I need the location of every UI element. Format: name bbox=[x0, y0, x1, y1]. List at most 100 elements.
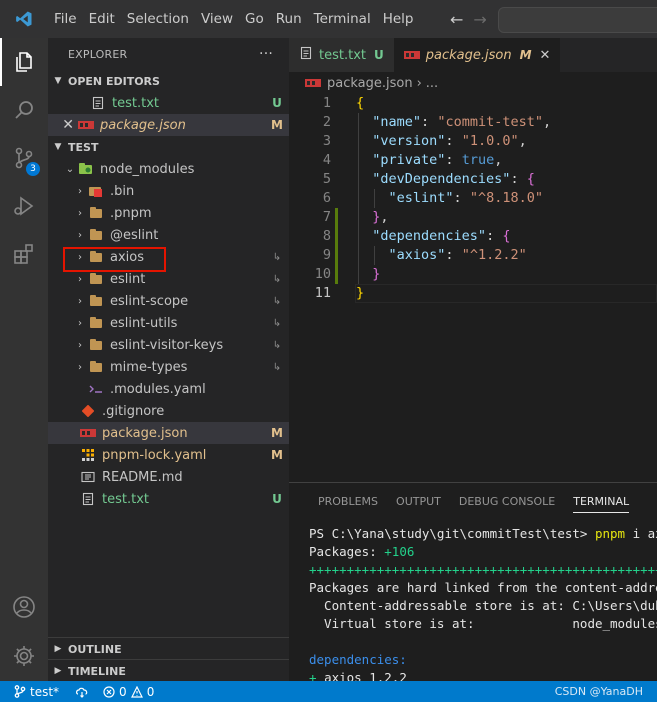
manage-activity-button[interactable] bbox=[0, 632, 48, 680]
command-center-input[interactable] bbox=[498, 7, 657, 33]
folder-icon bbox=[88, 205, 104, 221]
more-actions-icon[interactable]: ··· bbox=[259, 46, 273, 62]
code-line[interactable]: 8 "dependencies": { bbox=[289, 227, 657, 246]
tree-item-eslint-utils[interactable]: › eslint-utils ↳ bbox=[48, 312, 289, 334]
open-editor-item[interactable]: test.txt U bbox=[48, 92, 289, 114]
code-line[interactable]: 5 "devDependencies": { bbox=[289, 170, 657, 189]
outline-header[interactable]: ▶ OUTLINE bbox=[48, 637, 289, 660]
close-icon[interactable]: ✕ bbox=[48, 117, 74, 133]
back-arrow-icon[interactable]: ← bbox=[450, 10, 463, 29]
text-file-icon bbox=[299, 46, 313, 64]
git-status-untracked: U bbox=[272, 96, 282, 110]
menu-selection[interactable]: Selection bbox=[121, 0, 195, 38]
tree-item-gitignore[interactable]: .gitignore bbox=[48, 400, 289, 422]
folder-icon bbox=[88, 227, 104, 243]
code-line[interactable]: 11} bbox=[289, 284, 657, 303]
menu-terminal[interactable]: Terminal bbox=[308, 0, 377, 38]
tab-status: M bbox=[519, 48, 532, 62]
breadcrumb-rest[interactable]: ... bbox=[426, 76, 438, 91]
extensions-activity-button[interactable] bbox=[0, 230, 48, 278]
tab-terminal[interactable]: TERMINAL bbox=[564, 483, 638, 521]
chevron-down-icon: ▼ bbox=[54, 142, 62, 152]
chevron-right-icon: › bbox=[78, 339, 82, 351]
open-editor-item-active[interactable]: ✕ package.json M bbox=[48, 114, 289, 136]
code-line[interactable]: 2 "name": "commit-test", bbox=[289, 113, 657, 132]
sync-button[interactable] bbox=[75, 686, 89, 698]
chevron-right-icon: › bbox=[78, 185, 82, 197]
tree-item-test-txt[interactable]: test.txt U bbox=[48, 488, 289, 510]
forward-arrow-icon[interactable]: → bbox=[473, 10, 486, 29]
text-file-icon bbox=[80, 491, 96, 507]
tree-item-package-json[interactable]: package.json M bbox=[48, 422, 289, 444]
tree-item-label: .pnpm bbox=[110, 205, 152, 221]
tree-item-label: mime-types bbox=[110, 359, 188, 375]
tab-debug-console[interactable]: DEBUG CONSOLE bbox=[450, 483, 564, 521]
open-editor-label: package.json bbox=[100, 117, 186, 133]
npm-file-icon bbox=[403, 48, 420, 63]
tree-item-label: package.json bbox=[102, 425, 188, 441]
tab-output[interactable]: OUTPUT bbox=[387, 483, 450, 521]
status-bar: test* 0 0 CSDN @YanaDH bbox=[0, 681, 657, 702]
tab-package-json[interactable]: package.json M ✕ bbox=[393, 38, 561, 72]
tree-item-eslint-visitor-keys[interactable]: › eslint-visitor-keys ↳ bbox=[48, 334, 289, 356]
folder-icon bbox=[88, 315, 104, 331]
folder-icon bbox=[88, 359, 104, 375]
tree-item-eslint-scope[interactable]: › eslint-scope ↳ bbox=[48, 290, 289, 312]
run-debug-activity-button[interactable] bbox=[0, 182, 48, 230]
code-line[interactable]: 6 "eslint": "^8.18.0" bbox=[289, 189, 657, 208]
source-control-activity-button[interactable]: 3 bbox=[0, 134, 48, 182]
code-text: } bbox=[356, 284, 364, 303]
tree-item-modules-yaml[interactable]: .modules.yaml bbox=[48, 378, 289, 400]
project-header[interactable]: ▼ TEST bbox=[48, 136, 289, 158]
menu-run[interactable]: Run bbox=[270, 0, 308, 38]
close-icon[interactable]: ✕ bbox=[540, 48, 551, 63]
tree-item-mime-types[interactable]: › mime-types ↳ bbox=[48, 356, 289, 378]
menu-file[interactable]: File bbox=[48, 0, 83, 38]
code-text: }, bbox=[356, 208, 388, 227]
menu-go[interactable]: Go bbox=[239, 0, 270, 38]
tree-item-bin[interactable]: › .bin bbox=[48, 180, 289, 202]
tab-problems[interactable]: PROBLEMS bbox=[309, 483, 387, 521]
terminal-output[interactable]: PS C:\Yana\study\git\commitTest\test> pn… bbox=[309, 525, 657, 687]
code-line[interactable]: 7 }, bbox=[289, 208, 657, 227]
code-token: "commit-test" bbox=[437, 114, 543, 130]
code-line[interactable]: 1{ bbox=[289, 94, 657, 113]
accounts-activity-button[interactable] bbox=[0, 583, 48, 631]
terminal-token: dependencies: bbox=[309, 652, 407, 667]
terminal-token: Content-addressable store is at: C:\User… bbox=[309, 598, 657, 613]
tree-item-pnpm[interactable]: › .pnpm bbox=[48, 202, 289, 224]
tab-test-txt[interactable]: test.txt U bbox=[289, 38, 394, 72]
search-activity-button[interactable] bbox=[0, 86, 48, 134]
problems-indicator[interactable]: 0 0 bbox=[103, 685, 154, 699]
menu-view[interactable]: View bbox=[195, 0, 239, 38]
open-editors-header[interactable]: ▼ OPEN EDITORS bbox=[48, 70, 289, 92]
explorer-title: EXPLORER bbox=[68, 47, 128, 61]
menu-edit[interactable]: Edit bbox=[83, 0, 121, 38]
explorer-activity-button[interactable] bbox=[0, 38, 48, 86]
tree-item-readme[interactable]: README.md bbox=[48, 466, 289, 488]
code-line[interactable]: 9 "axios": "^1.2.2" bbox=[289, 246, 657, 265]
line-number: 1 bbox=[322, 95, 331, 111]
chevron-right-icon: ▶ bbox=[54, 666, 62, 676]
terminal-line: Packages: +106 bbox=[309, 543, 657, 561]
menu-help[interactable]: Help bbox=[377, 0, 420, 38]
code-line[interactable]: 4 "private": true, bbox=[289, 151, 657, 170]
code-line[interactable]: 10 } bbox=[289, 265, 657, 284]
account-icon bbox=[13, 596, 35, 618]
line-number: 7 bbox=[322, 209, 331, 225]
tree-item-node-modules[interactable]: ⌄ node_modules bbox=[48, 158, 289, 180]
code-line[interactable]: 3 "version": "1.0.0", bbox=[289, 132, 657, 151]
terminal-line: PS C:\Yana\study\git\commitTest\test> pn… bbox=[309, 525, 657, 543]
chevron-right-icon: › bbox=[78, 295, 82, 307]
timeline-header[interactable]: ▶ TIMELINE bbox=[48, 659, 289, 682]
breadcrumb-file[interactable]: package.json bbox=[327, 76, 413, 91]
tree-item-label: test.txt bbox=[102, 491, 149, 507]
terminal-token: Packages are hard linked from the conten… bbox=[309, 580, 657, 595]
tree-item-pnpm-lock[interactable]: pnpm-lock.yaml M bbox=[48, 444, 289, 466]
code-editor[interactable]: 1{2 "name": "commit-test", 3 "version": "… bbox=[289, 94, 657, 482]
tree-item-eslint-scope-pkg[interactable]: › @eslint bbox=[48, 224, 289, 246]
error-icon bbox=[103, 685, 115, 698]
branch-indicator[interactable]: test* bbox=[14, 685, 59, 699]
nav-arrows: ← → bbox=[450, 0, 487, 38]
